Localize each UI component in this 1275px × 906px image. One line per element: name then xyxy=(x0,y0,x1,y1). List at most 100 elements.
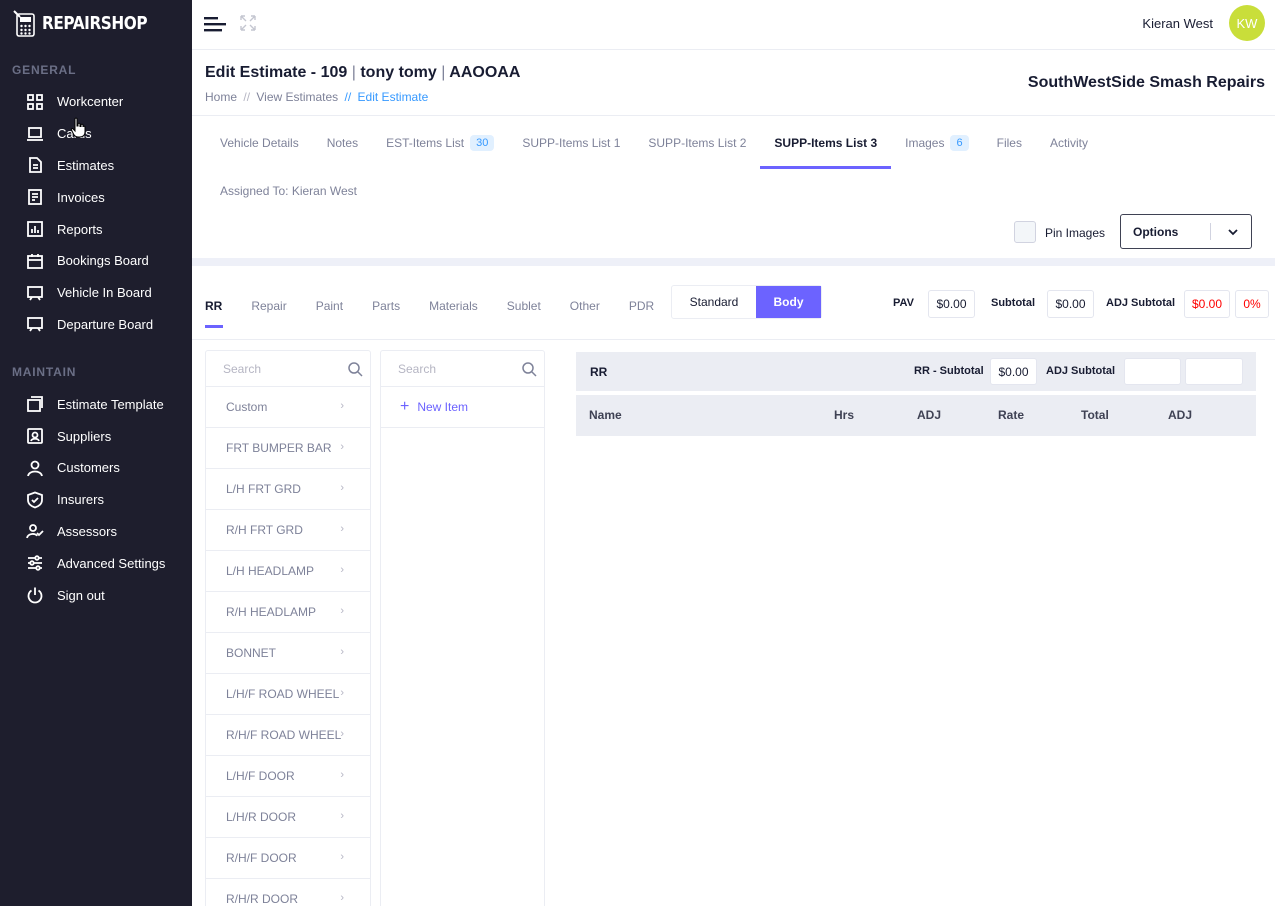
tab-est-items-list[interactable]: EST-Items List 30 xyxy=(372,116,508,169)
list-item[interactable]: R/H FRT GRD › xyxy=(206,510,370,551)
options-dropdown[interactable]: Options xyxy=(1120,214,1252,249)
subtab-repair[interactable]: Repair xyxy=(237,284,301,328)
sidebar-item-label: Estimate Template xyxy=(57,396,164,412)
breadcrumb-separator: // xyxy=(344,90,352,104)
items-list: Search + New Item xyxy=(380,350,545,906)
chevron-right-icon: › xyxy=(340,687,344,699)
toggle-body[interactable]: Body xyxy=(756,286,821,318)
tab-notes[interactable]: Notes xyxy=(313,116,372,169)
sliders-icon xyxy=(26,554,44,572)
column-header-adj: ADJ xyxy=(917,408,942,422)
tab-label: Activity xyxy=(1049,135,1088,150)
tab-supp-items-list-1[interactable]: SUPP-Items List 1 xyxy=(508,116,634,169)
sidebar-item-label: Vehicle In Board xyxy=(57,285,152,301)
chevron-right-icon: › xyxy=(340,728,344,740)
sidebar-item-departure-board[interactable]: Departure Board xyxy=(0,309,192,341)
tab-supp-items-list-3[interactable]: SUPP-Items List 3 xyxy=(760,116,891,169)
subtab-sublet[interactable]: Sublet xyxy=(493,284,556,328)
list-item[interactable]: R/H/R DOOR › xyxy=(206,879,370,906)
subtab-other[interactable]: Other xyxy=(556,284,615,328)
list-item-label: FRT BUMPER BAR xyxy=(226,441,332,455)
sidebar-item-label: Reports xyxy=(57,221,103,237)
sidebar-item-invoices[interactable]: Invoices xyxy=(0,181,192,213)
sidebar-item-reports[interactable]: Reports xyxy=(0,213,192,245)
rr-subtotal-value: $0.00 xyxy=(990,358,1037,385)
pin-images-checkbox[interactable] xyxy=(1014,221,1036,243)
chevron-right-icon: › xyxy=(340,851,344,863)
list-item[interactable]: L/H FRT GRD › xyxy=(206,469,370,510)
sidebar-item-customers[interactable]: Customers xyxy=(0,452,192,484)
list-item-label: BONNET xyxy=(226,646,277,660)
column-header-adj-2: ADJ xyxy=(1168,408,1193,422)
list-item[interactable]: BONNET › xyxy=(206,633,370,674)
sidebar-item-estimates[interactable]: Estimates xyxy=(0,150,192,182)
list-item[interactable]: Custom › xyxy=(206,387,370,428)
list-item[interactable]: FRT BUMPER BAR › xyxy=(206,428,370,469)
rr-adj-subtotal-input[interactable] xyxy=(1124,358,1181,385)
sidebar-item-label: Suppliers xyxy=(57,428,112,444)
new-item-button[interactable]: + New Item xyxy=(381,387,544,428)
contact-icon xyxy=(26,427,44,445)
sidebar-item-advanced-settings[interactable]: Advanced Settings xyxy=(0,547,192,579)
menu-toggle-icon[interactable] xyxy=(204,16,226,32)
logo-text: REPAIRSHOP xyxy=(42,12,148,34)
subtab-rr[interactable]: RR xyxy=(205,284,237,328)
fullscreen-icon[interactable] xyxy=(240,15,256,31)
avatar[interactable]: KW xyxy=(1229,5,1265,41)
list-item[interactable]: R/H/F ROAD WHEEL › xyxy=(206,715,370,756)
sidebar-item-vehicle-in-board[interactable]: Vehicle In Board xyxy=(0,277,192,309)
tab-supp-items-list-2[interactable]: SUPP-Items List 2 xyxy=(634,116,760,169)
sidebar-item-insurers[interactable]: Insurers xyxy=(0,484,192,516)
subheader: Edit Estimate - 109 | tony tomy | AAOOAA… xyxy=(192,50,1275,116)
list-item[interactable]: R/H/F DOOR › xyxy=(206,838,370,879)
tab-badge: 30 xyxy=(470,134,495,151)
search-placeholder: Search xyxy=(398,361,437,376)
list-item[interactable]: L/H/F ROAD WHEEL › xyxy=(206,674,370,715)
tab-vehicle-details[interactable]: Vehicle Details xyxy=(206,116,313,169)
rr-adj-percent-input[interactable] xyxy=(1185,358,1243,385)
category-search-input[interactable]: Search xyxy=(206,351,370,387)
rr-panel-title: RR xyxy=(590,365,608,379)
title-separator: | xyxy=(441,64,446,81)
list-item[interactable]: L/H/F DOOR › xyxy=(206,756,370,797)
list-item[interactable]: L/H/R DOOR › xyxy=(206,797,370,838)
sidebar-item-suppliers[interactable]: Suppliers xyxy=(0,420,192,452)
logo[interactable]: REPAIRSHOP xyxy=(0,0,192,46)
template-icon xyxy=(26,395,44,413)
estimate-tabs: Vehicle Details Notes EST-Items List 30 S… xyxy=(206,116,1102,169)
subtab-paint[interactable]: Paint xyxy=(302,284,358,328)
sidebar-item-assessors[interactable]: Assessors xyxy=(0,516,192,548)
breadcrumb-view-estimates[interactable]: View Estimates xyxy=(256,90,338,104)
chevron-right-icon: › xyxy=(340,441,344,453)
list-item-label: R/H FRT GRD xyxy=(226,523,303,537)
subtab-pdr[interactable]: PDR xyxy=(615,284,669,328)
breadcrumb-edit-estimate[interactable]: Edit Estimate xyxy=(358,90,429,104)
adj-percent: 0% xyxy=(1235,290,1269,318)
tab-label: Images xyxy=(905,135,945,150)
adj-subtotal-value: $0.00 xyxy=(1184,290,1230,318)
subtab-parts[interactable]: Parts xyxy=(358,284,415,328)
adj-subtotal-label: ADJ Subtotal xyxy=(1106,297,1176,309)
list-item[interactable]: R/H HEADLAMP › xyxy=(206,592,370,633)
sidebar-item-cards[interactable]: Cards xyxy=(0,118,192,150)
divider xyxy=(192,339,1275,340)
pin-images-label[interactable]: Pin Images xyxy=(1045,226,1105,240)
user-name[interactable]: Kieran West xyxy=(1142,16,1213,31)
list-item[interactable]: L/H HEADLAMP › xyxy=(206,551,370,592)
search-placeholder: Search xyxy=(223,361,262,376)
sidebar-item-estimate-template[interactable]: Estimate Template xyxy=(0,388,192,420)
toggle-standard[interactable]: Standard xyxy=(672,286,756,318)
subtab-materials[interactable]: Materials xyxy=(415,284,493,328)
sidebar-item-sign-out[interactable]: Sign out xyxy=(0,579,192,611)
chevron-right-icon: › xyxy=(340,482,344,494)
chart-icon xyxy=(26,220,44,238)
tab-images[interactable]: Images 6 xyxy=(891,116,982,169)
sidebar-item-label: Invoices xyxy=(57,189,105,205)
item-search-input[interactable]: Search xyxy=(381,351,544,387)
tab-files[interactable]: Files xyxy=(983,116,1036,169)
tab-activity[interactable]: Activity xyxy=(1036,116,1102,169)
sidebar-item-bookings-board[interactable]: Bookings Board xyxy=(0,245,192,277)
breadcrumb-home[interactable]: Home xyxy=(205,90,237,104)
sidebar-item-workcenter[interactable]: Workcenter xyxy=(0,86,192,118)
page-title-plate: AAOOAA xyxy=(449,64,521,81)
